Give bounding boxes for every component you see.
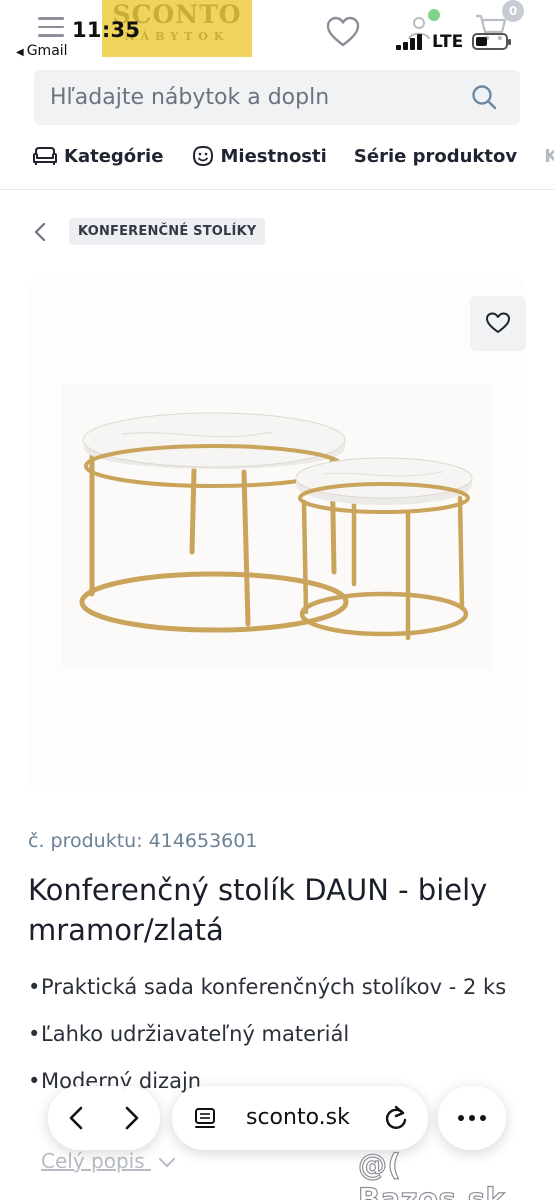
nav-item-product-series[interactable]: Série produktov (354, 142, 517, 172)
bazos-watermark: @( Bazos.sk (357, 1147, 506, 1200)
more-options-button[interactable] (438, 1086, 506, 1150)
back-app-label: Gmail (26, 43, 68, 59)
search-bar[interactable]: Hľadajte nábytok a dopln (34, 70, 520, 125)
nav-item-rooms[interactable]: Miestnosti (191, 142, 327, 172)
back-triangle-icon: ◀ (16, 47, 24, 58)
online-dot (428, 9, 440, 21)
search-input[interactable]: Hľadajte nábytok a dopln (50, 85, 329, 110)
nav-item-label: Kategórie (64, 146, 164, 167)
back-arrow-icon[interactable] (64, 1105, 90, 1131)
product-photo (62, 384, 492, 670)
nav-item-categories[interactable]: Kategórie (32, 142, 163, 172)
breadcrumb[interactable]: KONFERENČNÉ STOLÍKY (69, 218, 266, 245)
forward-arrow-icon[interactable] (118, 1105, 144, 1131)
full-description-label: Celý popis (41, 1149, 145, 1173)
list-item: Praktická sada konferenčných stolíkov - … (28, 970, 528, 1005)
heart-icon (486, 312, 510, 333)
wishlist-heart-icon[interactable] (325, 15, 361, 49)
page-menu-icon[interactable] (192, 1106, 218, 1132)
product-title: Konferenčný stolík DAUN - biely mramor/z… (28, 873, 488, 947)
battery-icon (472, 33, 511, 50)
nav-item-label: Miestnosti (220, 146, 327, 167)
site-header: SCONTO NÁBYTOK 11:35 ◀ Gmail 0 LTE Hľadaj… (0, 0, 554, 190)
cart-count-badge: 0 (502, 0, 524, 22)
status-time: 11:35 (72, 18, 141, 42)
add-to-wishlist-button[interactable] (470, 296, 526, 351)
address-bar[interactable]: sconto.sk (172, 1086, 428, 1150)
menu-icon[interactable] (38, 17, 64, 39)
list-item: Ľahko udržiavateľný materiál (28, 1017, 528, 1052)
smile-icon (192, 145, 213, 166)
product-number: č. produktu: 414653601 (28, 830, 258, 852)
chevron-down-icon (158, 1157, 175, 1167)
network-label: LTE (432, 32, 464, 52)
back-to-app-link[interactable]: ◀ Gmail (16, 43, 68, 59)
search-icon[interactable] (470, 83, 498, 111)
chevron-left-icon[interactable] (30, 219, 52, 245)
cellular-signal-icon (396, 34, 424, 50)
browser-nav-controls (48, 1086, 160, 1150)
address-text[interactable]: sconto.sk (246, 1105, 350, 1130)
sofa-icon (33, 146, 57, 165)
category-nav: Kategórie Miestnosti Série produktov Ku (32, 142, 554, 172)
full-description-link[interactable]: Celý popis (41, 1149, 177, 1173)
more-dots-icon (458, 1115, 486, 1121)
nav-item-more[interactable]: Ku (544, 142, 554, 172)
reload-icon[interactable] (382, 1104, 410, 1132)
